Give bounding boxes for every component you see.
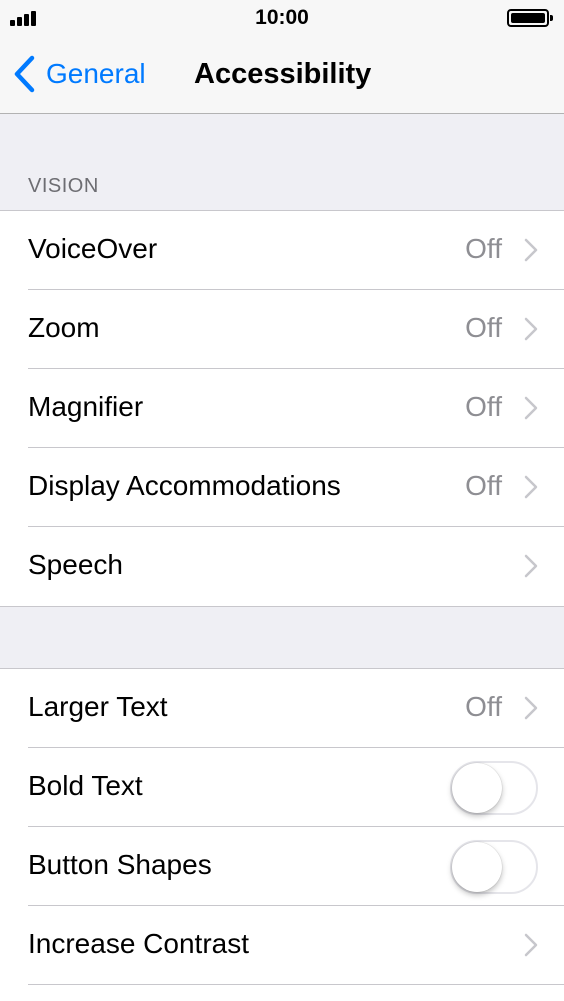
row-value: Off: [465, 312, 502, 343]
text-settings-group: Larger Text Off Bold Text Button Shapes …: [0, 668, 564, 1001]
toggle-knob: [452, 842, 502, 892]
row-zoom[interactable]: Zoom Off: [0, 290, 564, 369]
vision-settings-group: VoiceOver Off Zoom Off Magnifier Off Dis…: [0, 210, 564, 607]
row-label: Bold Text: [28, 770, 143, 801]
chevron-right-icon: [524, 554, 538, 578]
chevron-right-icon: [524, 317, 538, 341]
row-label: Zoom: [28, 312, 100, 343]
row-value: Off: [465, 470, 502, 501]
row-magnifier[interactable]: Magnifier Off: [0, 369, 564, 448]
back-button-label: General: [46, 58, 146, 89]
bold-text-toggle[interactable]: [450, 761, 538, 815]
row-display-accommodations[interactable]: Display Accommodations Off: [0, 448, 564, 527]
section-header-vision: VISION: [28, 175, 99, 197]
row-label: VoiceOver: [28, 233, 158, 264]
back-button[interactable]: General: [12, 54, 146, 94]
button-shapes-toggle[interactable]: [450, 840, 538, 894]
row-label: Larger Text: [28, 691, 168, 722]
chevron-left-icon: [14, 55, 35, 93]
row-label: Magnifier: [28, 391, 144, 422]
chevron-right-icon: [524, 396, 538, 420]
battery-icon: [507, 9, 553, 27]
status-time: 10:00: [255, 6, 309, 29]
toggle-knob: [452, 763, 502, 813]
page-title: Accessibility: [194, 58, 372, 90]
chevron-right-icon: [524, 933, 538, 957]
chevron-right-icon: [524, 475, 538, 499]
row-label: Button Shapes: [28, 849, 212, 880]
row-voiceover[interactable]: VoiceOver Off: [0, 211, 564, 290]
row-label: Increase Contrast: [28, 928, 249, 959]
row-label: Display Accommodations: [28, 470, 341, 501]
chevron-right-icon: [524, 238, 538, 262]
status-bar: 10:00: [0, 0, 564, 38]
row-value: Off: [465, 391, 502, 422]
row-bold-text: Bold Text: [0, 748, 564, 827]
row-label: Speech: [28, 549, 123, 580]
row-increase-contrast[interactable]: Increase Contrast: [0, 906, 564, 985]
row-value: Off: [465, 691, 502, 722]
chevron-right-icon: [524, 696, 538, 720]
row-value: Off: [465, 233, 502, 264]
row-speech[interactable]: Speech: [0, 527, 564, 606]
row-larger-text[interactable]: Larger Text Off: [0, 669, 564, 748]
navigation-bar: General Accessibility: [0, 38, 564, 114]
row-button-shapes: Button Shapes: [0, 827, 564, 906]
